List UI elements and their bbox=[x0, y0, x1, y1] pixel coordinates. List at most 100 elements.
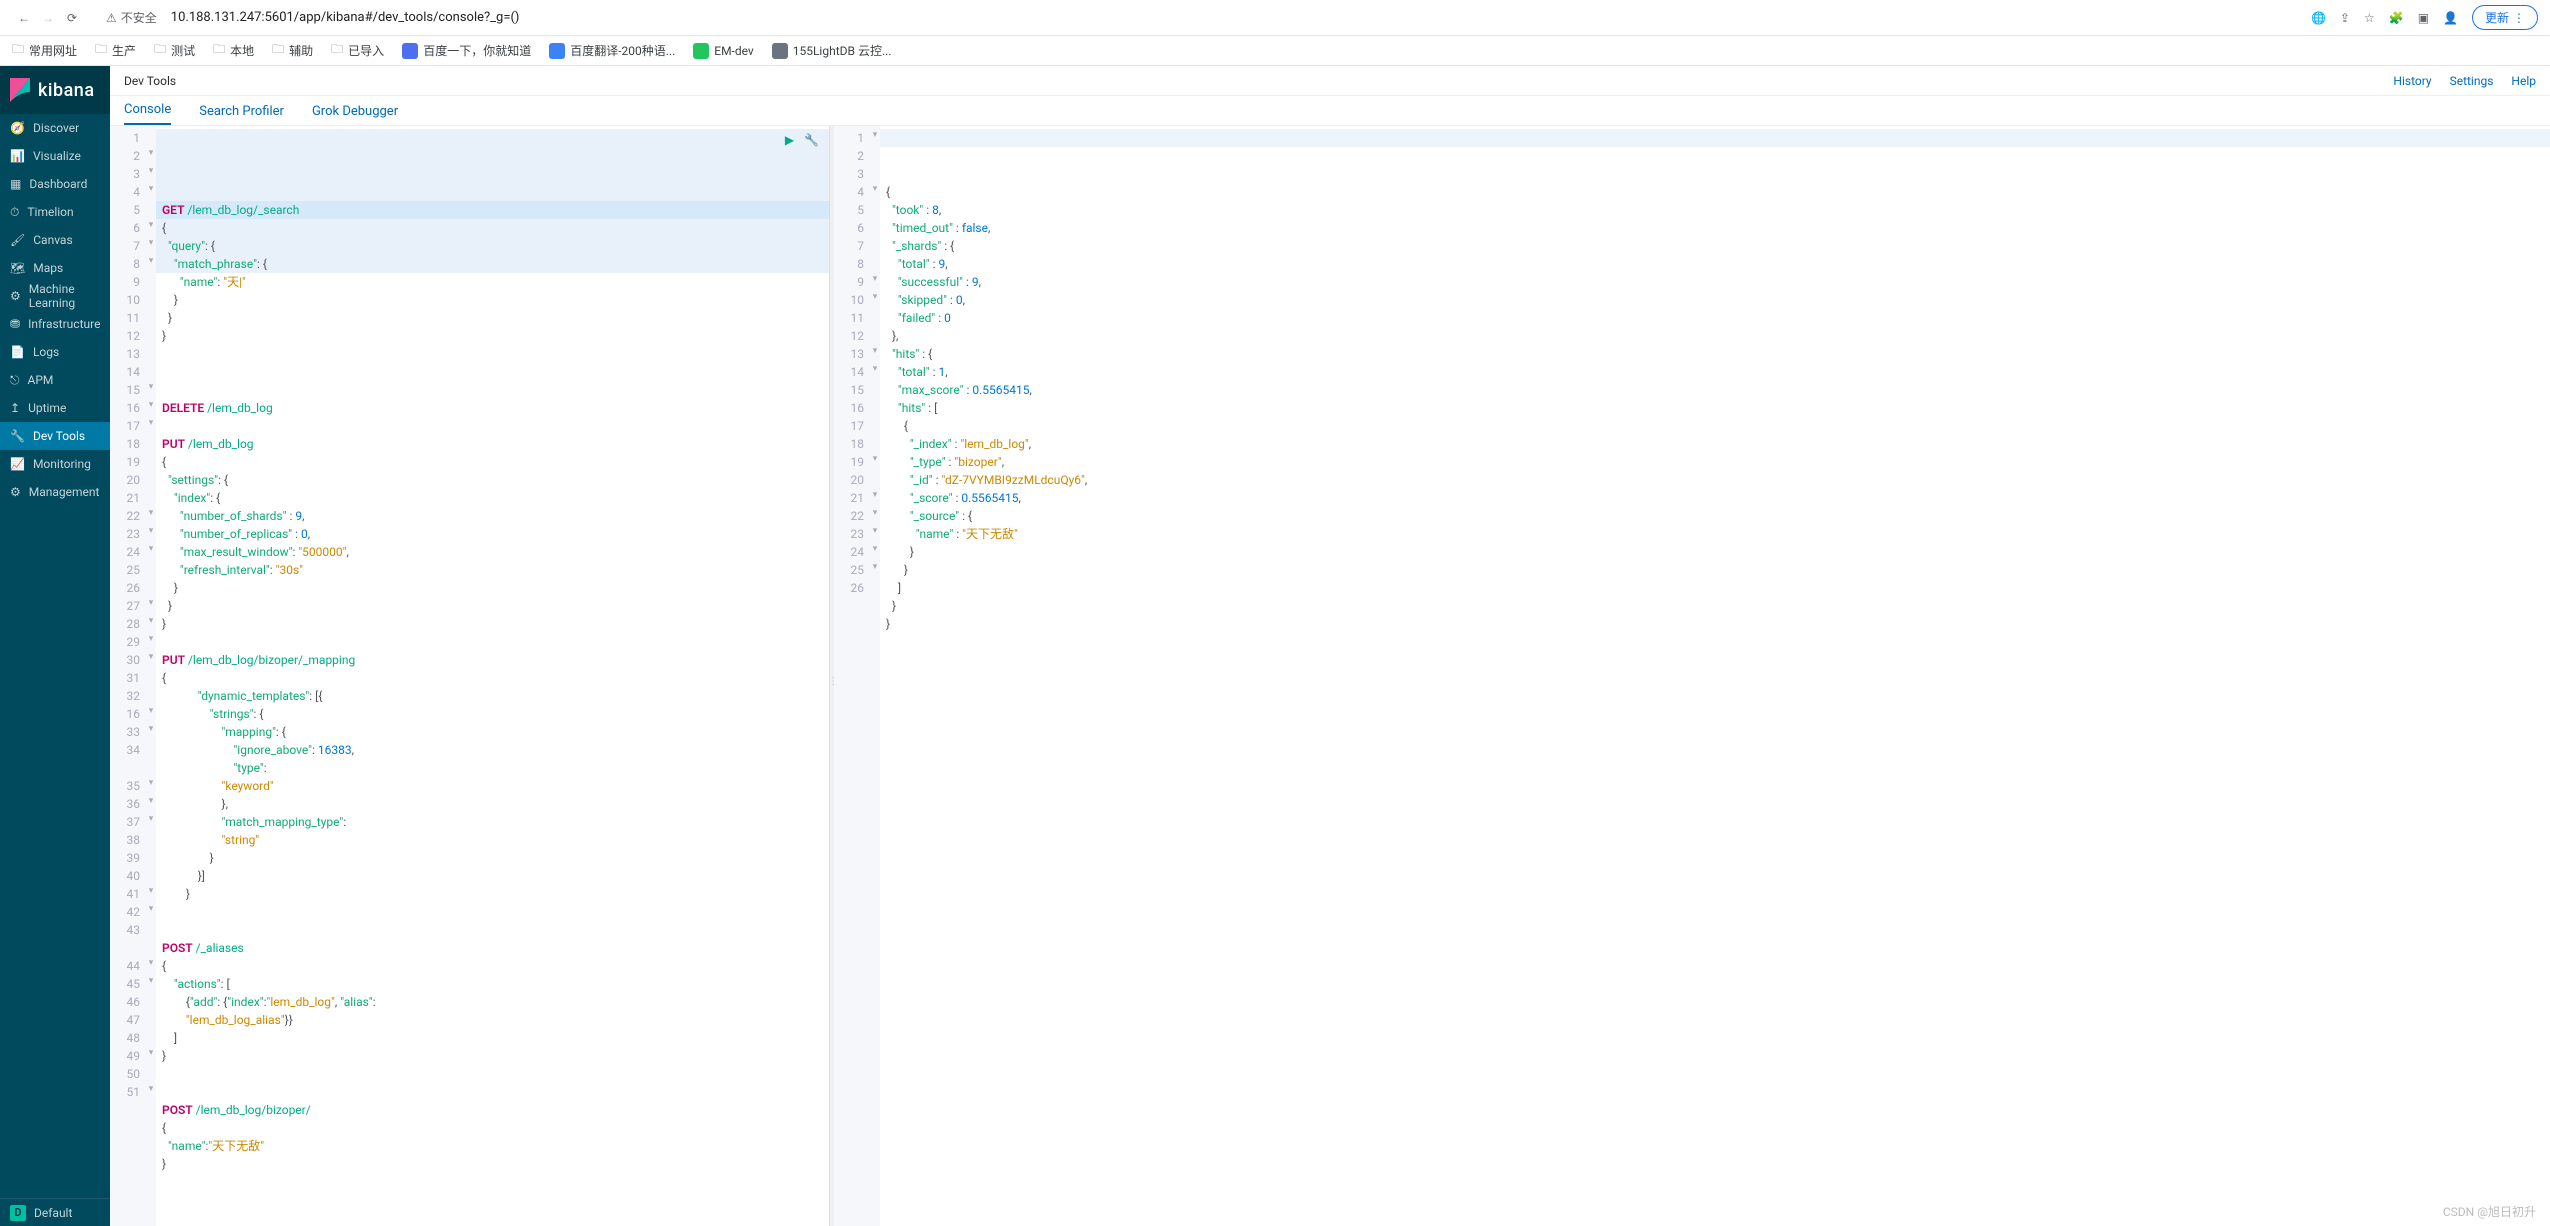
code-line[interactable]: "number_of_replicas" : 0, bbox=[162, 525, 823, 543]
code-line[interactable]: { bbox=[886, 183, 2544, 201]
back-button[interactable]: ← bbox=[12, 6, 36, 30]
code-line[interactable]: "total" : 9, bbox=[886, 255, 2544, 273]
kibana-logo[interactable]: kibana bbox=[0, 66, 110, 114]
code-line[interactable]: } bbox=[886, 561, 2544, 579]
code-line[interactable]: "timed_out" : false, bbox=[886, 219, 2544, 237]
code-line[interactable]: "skipped" : 0, bbox=[886, 291, 2544, 309]
code-line[interactable]: "refresh_interval": "30s" bbox=[162, 561, 823, 579]
sidebar-item-monitoring[interactable]: 📈Monitoring bbox=[0, 450, 110, 478]
code-line[interactable]: "name" : "天下无敌" bbox=[886, 525, 2544, 543]
wrench-icon[interactable]: 🔧 bbox=[804, 131, 819, 149]
code-line[interactable]: "type": bbox=[162, 759, 823, 777]
reload-button[interactable]: ⟳ bbox=[60, 6, 84, 30]
sidebar-item-logs[interactable]: 📄Logs bbox=[0, 338, 110, 366]
code-line[interactable]: } bbox=[162, 309, 823, 327]
code-line[interactable]: POST /lem_db_log/bizoper/ bbox=[162, 1101, 823, 1119]
code-line[interactable]: } bbox=[162, 615, 823, 633]
code-line[interactable] bbox=[162, 1065, 823, 1083]
bookmark-item[interactable]: 百度翻译-200种语... bbox=[549, 42, 675, 59]
code-line[interactable] bbox=[162, 381, 823, 399]
code-line[interactable]: } bbox=[162, 327, 823, 345]
code-line[interactable]: "max_score" : 0.5565415, bbox=[886, 381, 2544, 399]
code-line[interactable]: POST /_aliases bbox=[162, 939, 823, 957]
code-line[interactable] bbox=[162, 921, 823, 939]
code-line[interactable]: "number_of_shards" : 9, bbox=[162, 507, 823, 525]
sidebar-item-infrastructure[interactable]: ⛃Infrastructure bbox=[0, 310, 110, 338]
code-line[interactable]: "_id" : "dZ-7VYMBI9zzMLdcuQy6", bbox=[886, 471, 2544, 489]
code-line[interactable]: { bbox=[162, 1119, 823, 1137]
tab-search-profiler[interactable]: Search Profiler bbox=[199, 104, 284, 125]
code-line[interactable] bbox=[162, 345, 823, 363]
run-request-icon[interactable]: ▶ bbox=[785, 131, 794, 149]
code-line[interactable]: "successful" : 9, bbox=[886, 273, 2544, 291]
sidebar-item-canvas[interactable]: 🖌Canvas bbox=[0, 226, 110, 254]
code-line[interactable]: { bbox=[162, 669, 823, 687]
space-selector[interactable]: D Default bbox=[0, 1198, 110, 1226]
code-line[interactable] bbox=[162, 903, 823, 921]
code-line[interactable]: }, bbox=[162, 795, 823, 813]
star-icon[interactable]: ☆ bbox=[2364, 11, 2375, 25]
address-bar[interactable]: ⚠ 不安全 10.188.131.247:5601/app/kibana#/de… bbox=[100, 7, 2311, 28]
bookmark-item[interactable]: EM-dev bbox=[693, 43, 753, 59]
code-line[interactable] bbox=[162, 363, 823, 381]
code-line[interactable]: } bbox=[162, 579, 823, 597]
code-line[interactable]: ] bbox=[162, 1029, 823, 1047]
code-line[interactable]: "string" bbox=[162, 831, 823, 849]
sidebar-item-machine-learning[interactable]: ⚙Machine Learning bbox=[0, 282, 110, 310]
code-line[interactable]: { bbox=[886, 417, 2544, 435]
code-line[interactable]: } bbox=[162, 1047, 823, 1065]
code-line[interactable]: PUT /lem_db_log/bizoper/_mapping bbox=[162, 651, 823, 669]
sidebar-item-dashboard[interactable]: ▦Dashboard bbox=[0, 170, 110, 198]
window-icon[interactable]: ▣ bbox=[2418, 11, 2429, 25]
bookmark-item[interactable]: 🗀辅助 bbox=[272, 40, 313, 61]
code-line[interactable]: "took" : 8, bbox=[886, 201, 2544, 219]
code-line[interactable]: ] bbox=[886, 579, 2544, 597]
sidebar-item-visualize[interactable]: 📊Visualize bbox=[0, 142, 110, 170]
code-line[interactable] bbox=[162, 1083, 823, 1101]
header-link-help[interactable]: Help bbox=[2511, 74, 2536, 88]
forward-button[interactable]: → bbox=[36, 6, 60, 30]
code-line[interactable]: "hits" : { bbox=[886, 345, 2544, 363]
code-line[interactable]: } bbox=[162, 1155, 823, 1173]
sidebar-item-apm[interactable]: ⎋APM bbox=[0, 366, 110, 394]
code-line[interactable]: { bbox=[162, 957, 823, 975]
extensions-icon[interactable]: 🧩 bbox=[2389, 11, 2404, 25]
sidebar-item-dev-tools[interactable]: 🔧Dev Tools bbox=[0, 422, 110, 450]
code-line[interactable]: { bbox=[162, 219, 823, 237]
header-link-settings[interactable]: Settings bbox=[2450, 74, 2494, 88]
code-line[interactable]: "name": "天|" bbox=[162, 273, 823, 291]
code-line[interactable]: GET /lem_db_log/_search bbox=[162, 201, 823, 219]
code-line[interactable]: "mapping": { bbox=[162, 723, 823, 741]
code-line[interactable]: "_shards" : { bbox=[886, 237, 2544, 255]
code-line[interactable]: } bbox=[886, 597, 2544, 615]
code-line[interactable]: "lem_db_log_alias"}} bbox=[162, 1011, 823, 1029]
code-line[interactable]: "name":"天下无敌" bbox=[162, 1137, 823, 1155]
code-line[interactable]: DELETE /lem_db_log bbox=[162, 399, 823, 417]
bookmark-item[interactable]: 🗀已导入 bbox=[331, 40, 384, 61]
code-line[interactable]: } bbox=[162, 849, 823, 867]
header-link-history[interactable]: History bbox=[2393, 74, 2431, 88]
code-line[interactable]: "query": { bbox=[162, 237, 823, 255]
code-line[interactable]: "total" : 1, bbox=[886, 363, 2544, 381]
sidebar-item-management[interactable]: ⚙Management bbox=[0, 478, 110, 506]
code-line[interactable]: }] bbox=[162, 867, 823, 885]
code-line[interactable] bbox=[162, 417, 823, 435]
bookmark-item[interactable]: 🗀生产 bbox=[95, 40, 136, 61]
code-line[interactable]: "hits" : [ bbox=[886, 399, 2544, 417]
code-line[interactable]: "actions": [ bbox=[162, 975, 823, 993]
sidebar-item-discover[interactable]: 🧭Discover bbox=[0, 114, 110, 142]
code-line[interactable] bbox=[162, 633, 823, 651]
code-line[interactable]: { bbox=[162, 453, 823, 471]
code-line[interactable]: } bbox=[162, 291, 823, 309]
share-icon[interactable]: ⇪ bbox=[2340, 11, 2350, 25]
code-line[interactable]: "settings": { bbox=[162, 471, 823, 489]
pane-splitter[interactable] bbox=[830, 126, 834, 1226]
sidebar-item-timelion[interactable]: ⏱Timelion bbox=[0, 198, 110, 226]
code-line[interactable]: "keyword" bbox=[162, 777, 823, 795]
code-line[interactable]: "match_phrase": { bbox=[162, 255, 823, 273]
code-line[interactable]: "max_result_window": "500000", bbox=[162, 543, 823, 561]
tab-grok-debugger[interactable]: Grok Debugger bbox=[312, 104, 398, 125]
translate-icon[interactable]: 🌐 bbox=[2311, 11, 2326, 25]
code-line[interactable]: "match_mapping_type": bbox=[162, 813, 823, 831]
bookmark-item[interactable]: 🗀本地 bbox=[213, 40, 254, 61]
